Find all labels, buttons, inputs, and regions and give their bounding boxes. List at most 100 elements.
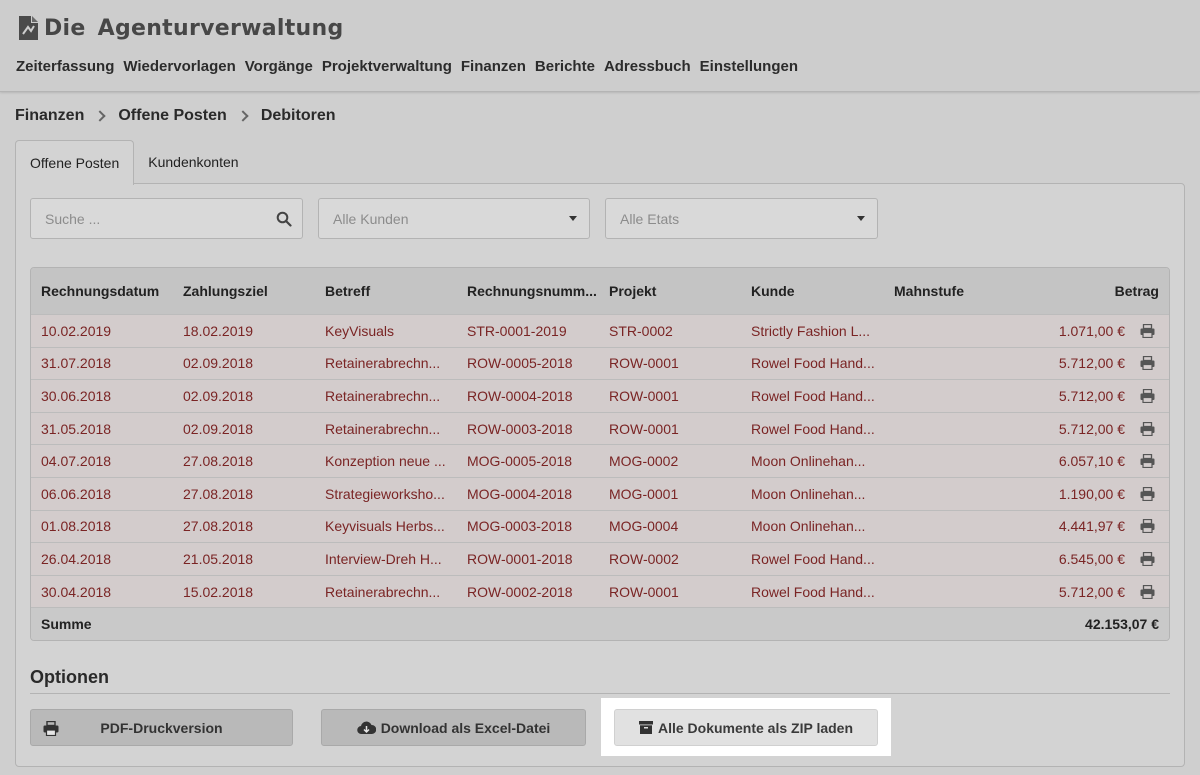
tab-kundenkonten[interactable]: Kundenkonten: [134, 140, 252, 184]
budget-select[interactable]: Alle Etats: [605, 198, 878, 239]
archive-icon: [638, 721, 653, 734]
table-cell: Strategieworksho...: [325, 485, 445, 502]
column-header[interactable]: Projekt: [599, 283, 741, 299]
table-cell: 18.02.2019: [183, 322, 254, 339]
table-cell: Rowel Food Hand...: [751, 550, 875, 567]
printer-icon[interactable]: [1140, 323, 1155, 338]
search-field[interactable]: [30, 198, 303, 239]
table-cell: 01.08.2018: [41, 518, 112, 535]
table-cell: ROW-0005-2018: [467, 355, 573, 372]
table-cell: 30.04.2018: [41, 583, 112, 600]
table-row[interactable]: 31.07.2018 02.09.2018 Retainerabrechn... RO…: [31, 346, 1169, 380]
table-cell: MOG-0004-2018: [467, 485, 573, 502]
breadcrumb-debitoren: Debitoren: [260, 107, 336, 124]
nav-item-berichte[interactable]: Berichte: [535, 58, 595, 75]
table-cell: 26.04.2018: [41, 550, 112, 567]
table-cell: 02.09.2018: [183, 420, 254, 437]
table-cell: 02.09.2018: [183, 355, 254, 372]
pdf-print-label: PDF-Druckversion: [100, 719, 223, 736]
table-row[interactable]: 30.04.2018 15.02.2018 Retainerabrechn... RO…: [31, 574, 1169, 608]
table-cell: Retainerabrechn...: [325, 420, 441, 437]
nav-item-adressbuch[interactable]: Adressbuch: [604, 58, 691, 75]
app-title-prefix: Die: [44, 15, 86, 41]
nav-item-zeiterfassung[interactable]: Zeiterfassung: [16, 58, 114, 75]
zip-download-button[interactable]: Alle Dokumente als ZIP laden: [614, 709, 878, 746]
app-header: Die Agenturverwaltung Zeiterfassung Wiede…: [0, 0, 1200, 92]
column-header[interactable]: Kunde: [741, 283, 884, 299]
budget-select-value: Alle Etats: [620, 210, 680, 227]
breadcrumb-finanzen[interactable]: Finanzen: [15, 107, 84, 125]
breadcrumb-offene-posten[interactable]: Offene Posten: [118, 107, 226, 125]
nav-item-finanzen[interactable]: Finanzen: [461, 58, 526, 75]
printer-icon[interactable]: [1140, 486, 1155, 501]
table-row[interactable]: 10.02.2019 18.02.2019 KeyVisuals STR-0001-2…: [31, 314, 1169, 347]
main-nav: Zeiterfassung Wiedervorlagen Vorgänge Pr…: [16, 58, 807, 75]
table-cell: MOG-0005-2018: [467, 453, 573, 470]
printer-icon: [43, 721, 59, 736]
column-header[interactable]: Mahnstufe: [884, 283, 1026, 299]
customer-select[interactable]: Alle Kunden: [318, 198, 590, 239]
table-cell: Keyvisuals Herbs...: [325, 518, 445, 535]
excel-download-button[interactable]: Download als Excel-Datei: [321, 709, 586, 746]
nav-item-wiedervorlagen[interactable]: Wiedervorlagen: [123, 58, 235, 75]
tab-bar: Offene Posten Kundenkonten: [15, 140, 253, 185]
logo-icon: [19, 16, 38, 40]
table-cell: 30.06.2018: [41, 387, 112, 404]
amount-cell: 6.057,10 €: [1026, 453, 1169, 469]
table-row[interactable]: 06.06.2018 27.08.2018 Strategieworksho... M…: [31, 476, 1169, 510]
sum-label: Summe: [41, 616, 92, 633]
table-cell: 04.07.2018: [41, 453, 112, 470]
pdf-print-button[interactable]: PDF-Druckversion: [30, 709, 293, 746]
nav-item-projektverwaltung[interactable]: Projektverwaltung: [322, 58, 452, 75]
column-header[interactable]: Rechnungsnumm...: [457, 283, 599, 299]
printer-icon[interactable]: [1140, 454, 1155, 469]
caret-down-icon: [857, 216, 865, 221]
printer-icon[interactable]: [1140, 551, 1155, 566]
table-row[interactable]: 30.06.2018 02.09.2018 Retainerabrechn... RO…: [31, 379, 1169, 412]
options-divider: [30, 693, 1170, 694]
printer-icon[interactable]: [1140, 584, 1155, 599]
amount-cell: 5.712,00 €: [1026, 421, 1169, 437]
caret-down-icon: [569, 216, 577, 221]
column-header[interactable]: Betreff: [315, 283, 457, 299]
table-cell: Interview-Dreh H...: [325, 550, 442, 567]
column-header[interactable]: Betrag: [1026, 283, 1169, 299]
table-cell: Moon Onlinehan...: [751, 518, 866, 535]
table-cell: Rowel Food Hand...: [751, 355, 875, 372]
amount-value: 5.712,00 €: [1058, 583, 1125, 600]
table-row[interactable]: 04.07.2018 27.08.2018 Konzeption neue ... M…: [31, 444, 1169, 477]
column-header[interactable]: Zahlungsziel: [173, 283, 315, 299]
table-row[interactable]: 01.08.2018 27.08.2018 Keyvisuals Herbs... M…: [31, 509, 1169, 543]
nav-item-vorgaenge[interactable]: Vorgänge: [245, 58, 313, 75]
search-input[interactable]: [45, 210, 265, 227]
table-cell: Moon Onlinehan...: [751, 485, 866, 502]
printer-icon[interactable]: [1140, 388, 1155, 403]
table-sum-row: Summe 42.153,07 €: [31, 607, 1169, 641]
app-logo[interactable]: Die Agenturverwaltung: [16, 12, 344, 44]
amount-value: 6.057,10 €: [1058, 453, 1125, 470]
table-cell: Rowel Food Hand...: [751, 387, 875, 404]
breadcrumb: Finanzen Offene Posten Debitoren: [15, 107, 335, 125]
amount-value: 5.712,00 €: [1058, 387, 1125, 404]
table-cell: Retainerabrechn...: [325, 387, 441, 404]
search-icon[interactable]: [276, 211, 292, 227]
table-body: 10.02.2019 18.02.2019 KeyVisuals STR-0001-2…: [31, 314, 1169, 608]
amount-value: 5.712,00 €: [1058, 420, 1125, 437]
printer-icon[interactable]: [1140, 421, 1155, 436]
table-cell: ROW-0001: [609, 420, 679, 437]
excel-download-label: Download als Excel-Datei: [380, 719, 551, 736]
printer-icon[interactable]: [1140, 519, 1155, 534]
amount-cell: 5.712,00 €: [1026, 584, 1169, 600]
tab-offene-posten[interactable]: Offene Posten: [15, 140, 135, 185]
nav-item-einstellungen[interactable]: Einstellungen: [700, 58, 798, 75]
table-cell: Moon Onlinehan...: [751, 453, 866, 470]
printer-icon[interactable]: [1140, 356, 1155, 371]
table-cell: STR-0001-2019: [467, 322, 567, 339]
table-row[interactable]: 31.05.2018 02.09.2018 Retainerabrechn... RO…: [31, 411, 1169, 445]
table-cell: 27.08.2018: [183, 518, 254, 535]
open-items-table: Rechnungsdatum Zahlungsziel Betreff Rech…: [30, 267, 1170, 642]
table-cell: 15.02.2018: [183, 583, 254, 600]
table-row[interactable]: 26.04.2018 21.05.2018 Interview-Dreh H... R…: [31, 542, 1169, 575]
column-header[interactable]: Rechnungsdatum: [31, 283, 173, 299]
table-cell: 31.07.2018: [41, 355, 112, 372]
